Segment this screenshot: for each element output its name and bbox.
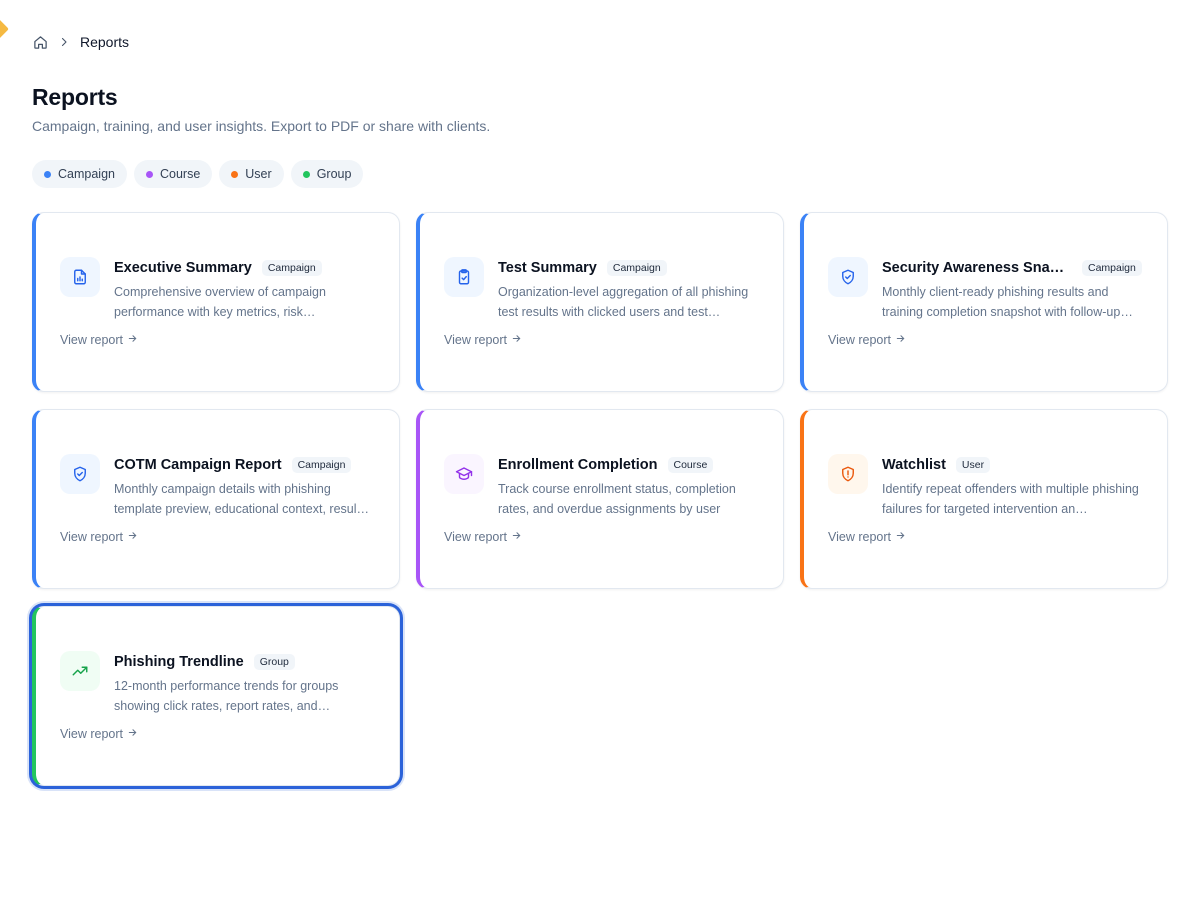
card-title: Security Awareness Snap… [882,260,1072,276]
report-card-phishing-trendline[interactable]: Phishing Trendline Group 12-month perfor… [32,606,400,786]
view-report-link[interactable]: View report [60,530,138,544]
view-report-link[interactable]: View report [444,333,522,347]
card-description: Identify repeat offenders with multiple … [882,482,1139,516]
card-title: Enrollment Completion [498,457,658,473]
arrow-right-icon [511,333,522,347]
shield-check-icon [828,257,868,297]
legend-chip-campaign[interactable]: Campaign [32,160,127,188]
arrow-right-icon [127,530,138,544]
view-report-link[interactable]: View report [60,727,138,741]
shield-check-icon [60,454,100,494]
view-report-link[interactable]: View report [444,530,522,544]
view-report-label: View report [60,727,123,741]
card-title-row: Watchlist User [882,456,1147,474]
card-type-badge: Campaign [1082,260,1142,276]
card-type-badge: User [955,457,991,473]
page-title: Reports [32,84,118,110]
legend-chip-group[interactable]: Group [290,160,364,188]
legend-chip-course[interactable]: Course [133,160,213,188]
report-card-watchlist[interactable]: Watchlist User Identify repeat offenders… [800,409,1168,589]
brand-mark [0,19,9,39]
view-report-label: View report [60,333,123,347]
page-subtitle: Campaign, training, and user insights. E… [32,118,491,134]
home-icon[interactable] [32,34,48,50]
card-type-badge: Course [667,457,714,473]
report-chart-icon [60,257,100,297]
graduation-cap-icon [444,454,484,494]
card-description: Monthly client-ready phishing results an… [882,285,1133,319]
clipboard-check-icon [444,257,484,297]
card-description: 12-month performance trends for groups s… [114,679,339,713]
view-report-link[interactable]: View report [828,333,906,347]
arrow-right-icon [895,530,906,544]
card-description: Comprehensive overview of campaign perfo… [114,285,326,319]
card-title: Executive Summary [114,260,252,276]
view-report-link[interactable]: View report [60,333,138,347]
arrow-right-icon [511,530,522,544]
view-report-label: View report [444,333,507,347]
legend-label: User [245,167,272,181]
card-type-badge: Campaign [261,260,322,276]
report-card-test-summary[interactable]: Test Summary Campaign Organization-level… [416,212,784,392]
card-title-row: COTM Campaign Report Campaign [114,456,379,474]
card-title: COTM Campaign Report [114,457,282,473]
report-card-cotm-campaign[interactable]: COTM Campaign Report Campaign Monthly ca… [32,409,400,589]
card-title-row: Enrollment Completion Course [498,456,763,474]
view-report-label: View report [444,530,507,544]
view-report-label: View report [60,530,123,544]
card-title: Watchlist [882,457,946,473]
card-description: Monthly campaign details with phishing t… [114,482,369,516]
arrow-right-icon [127,333,138,347]
trending-up-icon [60,651,100,691]
legend-dot [231,170,239,178]
view-report-label: View report [828,333,891,347]
card-title: Phishing Trendline [114,654,244,670]
legend-label: Group [316,167,352,181]
breadcrumb: Reports [32,32,129,52]
card-title-row: Phishing Trendline Group [114,653,379,671]
card-type-badge: Campaign [606,260,667,276]
report-card-executive-summary[interactable]: Executive Summary Campaign Comprehensive… [32,212,400,392]
card-title: Test Summary [498,260,597,276]
report-card-security-awareness-snapshot[interactable]: Security Awareness Snap… Campaign Monthl… [800,212,1168,392]
arrow-right-icon [895,333,906,347]
card-type-badge: Group [253,654,295,670]
card-type-badge: Campaign [291,457,352,473]
legend-dot [44,170,51,178]
report-card-enrollment-completion[interactable]: Enrollment Completion Course Track cours… [416,409,784,589]
breadcrumb-current: Reports [80,34,130,50]
view-report-label: View report [828,530,891,544]
card-title-row: Test Summary Campaign [498,259,763,277]
shield-alert-icon [828,454,868,494]
report-type-legend: Campaign Course User Group [32,160,364,188]
legend-dot [302,170,310,178]
legend-label: Campaign [58,167,115,181]
view-report-link[interactable]: View report [828,530,906,544]
legend-label: Course [159,167,201,181]
card-description: Organization-level aggregation of all ph… [498,285,749,319]
card-title-row: Executive Summary Campaign [114,259,379,277]
arrow-right-icon [127,727,138,741]
chevron-right-icon [58,36,70,48]
report-card-grid: Executive Summary Campaign Comprehensive… [32,212,1168,786]
legend-chip-user[interactable]: User [219,160,284,188]
legend-dot [145,170,153,178]
card-description: Track course enrollment status, completi… [498,482,736,516]
card-title-row: Security Awareness Snap… Campaign [882,259,1147,277]
